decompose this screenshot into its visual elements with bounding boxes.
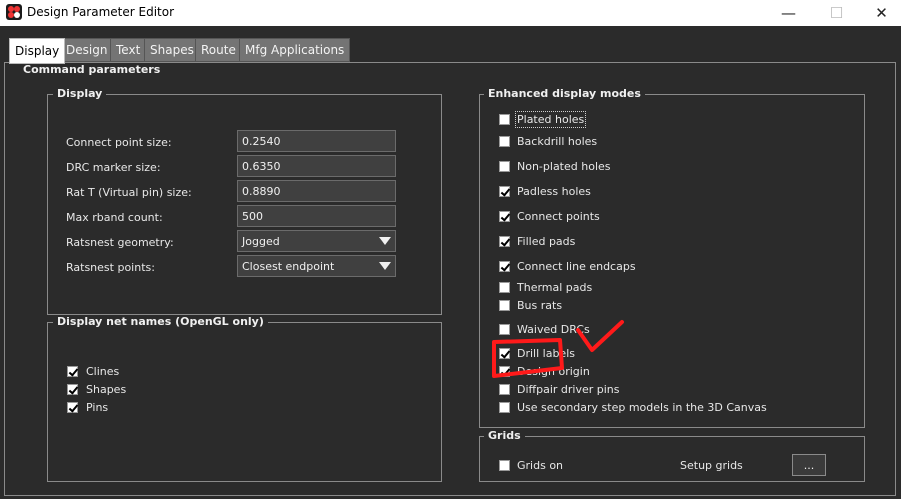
chevron-down-icon xyxy=(379,262,391,270)
drc-marker-size-input[interactable]: 0.6350 xyxy=(237,155,396,177)
max-rband-count-input[interactable]: 500 xyxy=(237,205,396,227)
drc-marker-size-label: DRC marker size: xyxy=(66,161,161,174)
shapes-label: Shapes xyxy=(86,383,127,396)
app-logo-icon xyxy=(6,4,22,20)
plated-holes-checkbox[interactable] xyxy=(499,114,510,125)
rat-t-size-label: Rat T (Virtual pin) size: xyxy=(66,186,192,199)
filled-pads-checkbox[interactable] xyxy=(499,236,510,247)
clines-label: Clines xyxy=(86,365,120,378)
secondary-step-models-checkbox[interactable] xyxy=(499,402,510,413)
connect-line-endcaps-label: Connect line endcaps xyxy=(517,260,636,273)
max-rband-count-label: Max rband count: xyxy=(66,211,163,224)
window-title: Design Parameter Editor xyxy=(27,5,175,19)
shapes-checkbox[interactable] xyxy=(67,384,78,395)
thermal-pads-checkbox[interactable] xyxy=(499,282,510,293)
connect-points-label: Connect points xyxy=(517,210,600,223)
ratsnest-points-select[interactable]: Closest endpoint xyxy=(237,255,396,277)
ratsnest-points-label: Ratsnest points: xyxy=(66,261,155,274)
maximize-button[interactable]: ☐ xyxy=(814,0,859,26)
setup-grids-button[interactable]: ... xyxy=(792,454,826,476)
ratsnest-geometry-select[interactable]: Jogged xyxy=(237,230,396,252)
tab-display[interactable]: Display xyxy=(9,38,66,64)
secondary-step-models-label: Use secondary step models in the 3D Canv… xyxy=(517,401,767,414)
padless-holes-label: Padless holes xyxy=(517,185,591,198)
backdrill-holes-checkbox[interactable] xyxy=(499,136,510,147)
tab-route[interactable]: Route xyxy=(195,38,242,62)
clines-checkbox[interactable] xyxy=(67,366,78,377)
connect-line-endcaps-checkbox[interactable] xyxy=(499,261,510,272)
bus-rats-label: Bus rats xyxy=(517,299,563,312)
grids-group-title: Grids xyxy=(484,429,525,442)
thermal-pads-label: Thermal pads xyxy=(517,281,593,294)
maximize-icon: ☐ xyxy=(829,4,844,22)
tab-mfg-applications[interactable]: Mfg Applications xyxy=(239,38,351,62)
close-icon: ✕ xyxy=(875,4,888,22)
filled-pads-label: Filled pads xyxy=(517,235,576,248)
chevron-down-icon xyxy=(379,237,391,245)
connect-point-size-label: Connect point size: xyxy=(66,136,172,149)
pins-label: Pins xyxy=(86,401,109,414)
net-names-group-title: Display net names (OpenGL only) xyxy=(53,315,268,328)
design-origin-checkbox[interactable] xyxy=(499,366,510,377)
setup-grids-label: Setup grids xyxy=(680,459,743,472)
grids-on-checkbox[interactable] xyxy=(499,460,510,471)
display-group-title: Display xyxy=(53,87,107,100)
tab-shapes[interactable]: Shapes xyxy=(144,38,200,62)
enhanced-display-group-title: Enhanced display modes xyxy=(484,87,645,100)
backdrill-holes-label: Backdrill holes xyxy=(517,135,598,148)
waived-drcs-checkbox[interactable] xyxy=(499,324,510,335)
ratsnest-geometry-label: Ratsnest geometry: xyxy=(66,236,174,249)
diffpair-driver-pins-label: Diffpair driver pins xyxy=(517,383,620,396)
connect-points-checkbox[interactable] xyxy=(499,211,510,222)
close-button[interactable]: ✕ xyxy=(859,0,901,26)
drill-labels-checkbox[interactable] xyxy=(499,348,510,359)
grids-on-label: Grids on xyxy=(517,459,564,472)
plated-holes-label: Plated holes xyxy=(514,111,587,128)
connect-point-size-input[interactable]: 0.2540 xyxy=(237,130,396,152)
bus-rats-checkbox[interactable] xyxy=(499,300,510,311)
tab-text[interactable]: Text xyxy=(110,38,147,62)
tab-design[interactable]: Design xyxy=(60,38,114,62)
padless-holes-checkbox[interactable] xyxy=(499,186,510,197)
title-bar: Design Parameter Editor — ☐ ✕ xyxy=(0,0,901,26)
command-parameters-title: Command parameters xyxy=(19,63,165,76)
diffpair-driver-pins-checkbox[interactable] xyxy=(499,384,510,395)
non-plated-holes-label: Non-plated holes xyxy=(517,160,611,173)
minimize-icon: — xyxy=(781,4,796,22)
waived-drcs-label: Waived DRCs xyxy=(517,323,590,336)
design-origin-label: Design origin xyxy=(517,365,590,378)
pins-checkbox[interactable] xyxy=(67,402,78,413)
non-plated-holes-checkbox[interactable] xyxy=(499,161,510,172)
rat-t-size-input[interactable]: 0.8890 xyxy=(237,180,396,202)
drill-labels-label: Drill labels xyxy=(517,347,575,360)
ratsnest-geometry-value: Jogged xyxy=(242,234,280,248)
minimize-button[interactable]: — xyxy=(766,0,811,26)
ratsnest-points-value: Closest endpoint xyxy=(242,259,335,273)
